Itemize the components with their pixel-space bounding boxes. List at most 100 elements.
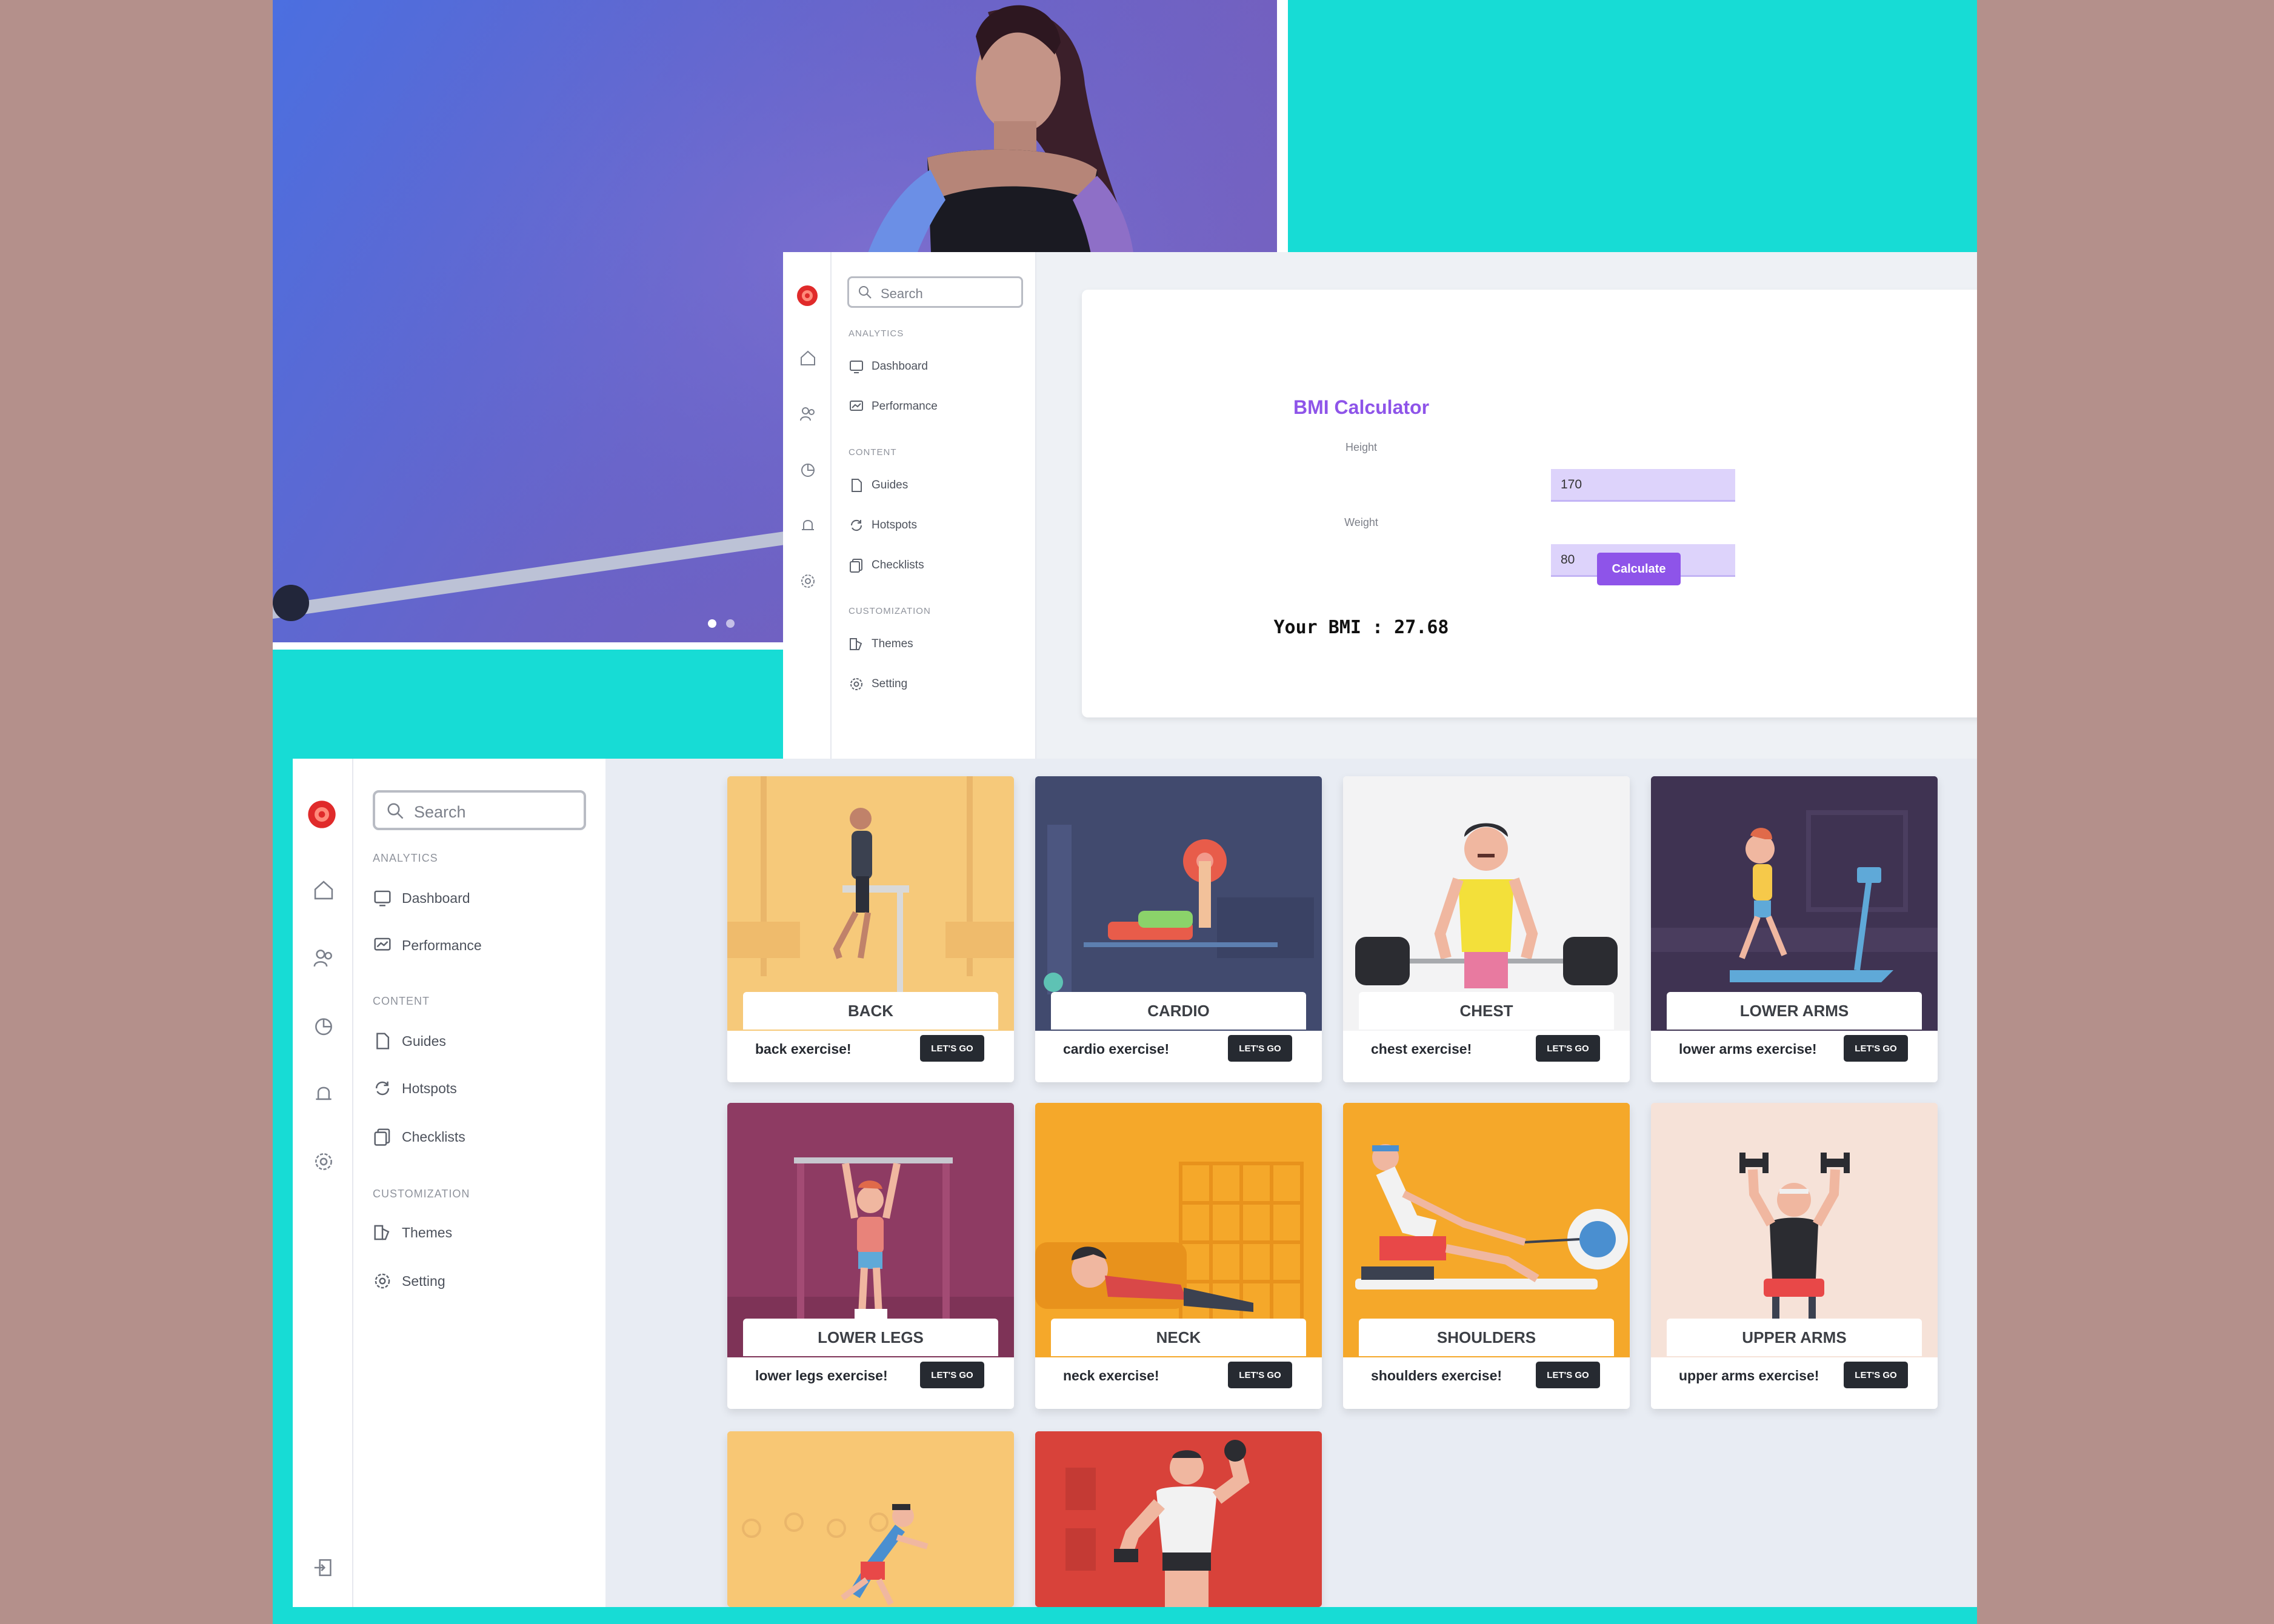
section-content: CONTENT (373, 995, 430, 1007)
weight-label: Weight (1344, 516, 1378, 528)
exercise-card-chest[interactable]: CHEST chest exercise! LET'S GO (1343, 776, 1630, 1082)
sidebar-item-dashboard[interactable]: Dashboard (373, 888, 470, 908)
card-title: CHEST (1359, 992, 1614, 1030)
document-icon (852, 479, 862, 492)
exercise-card-lower-arms[interactable]: LOWER ARMS lower arms exercise! LET'S GO (1651, 776, 1938, 1082)
card-title: LOWER ARMS (1667, 992, 1922, 1030)
card-title: LOWER LEGS (743, 1319, 998, 1356)
sidebar-item-label: Performance (402, 937, 482, 953)
logout-icon[interactable] (312, 1556, 335, 1579)
performance-icon (374, 937, 391, 951)
sidebar-item-guides[interactable]: Guides (849, 478, 908, 493)
document-icon (376, 1033, 390, 1050)
card-description: cardio exercise! (1063, 1041, 1170, 1057)
users-icon[interactable] (312, 947, 335, 970)
sidebar-item-setting[interactable]: Setting (849, 676, 907, 692)
search-input[interactable]: Search (847, 276, 1023, 308)
sidebar-item-label: Hotspots (402, 1080, 457, 1096)
lets-go-button[interactable]: LET'S GO (1844, 1035, 1908, 1062)
exercise-card-upper-arms[interactable]: UPPER ARMS upper arms exercise! LET'S GO (1651, 1103, 1938, 1409)
sidebar-item-dashboard[interactable]: Dashboard (849, 359, 928, 374)
card-illustration (727, 1431, 1014, 1607)
lets-go-button[interactable]: LET'S GO (1536, 1362, 1600, 1388)
gear-icon[interactable] (799, 572, 817, 590)
sidebar-item-hotspots[interactable]: Hotspots (849, 517, 917, 533)
performance-icon (850, 401, 863, 411)
lets-go-button[interactable]: LET'S GO (920, 1362, 984, 1388)
pie-chart-icon[interactable] (312, 1014, 335, 1037)
card-description: lower arms exercise! (1679, 1041, 1817, 1057)
home-icon[interactable] (312, 879, 335, 902)
sidebar-item-label: Setting (402, 1273, 445, 1289)
bmi-result: Your BMI : 27.68 (1273, 617, 1449, 638)
exercise-card[interactable] (727, 1431, 1014, 1607)
calculate-button[interactable]: Calculate (1597, 553, 1681, 585)
sidebar-item-setting[interactable]: Setting (373, 1271, 445, 1291)
bell-icon[interactable] (312, 1082, 335, 1105)
section-customization: CUSTOMIZATION (849, 606, 931, 616)
sidebar-item-label: Checklists (872, 559, 924, 571)
exercise-card-shoulders[interactable]: SHOULDERS shoulders exercise! LET'S GO (1343, 1103, 1630, 1409)
sidebar-item-performance[interactable]: Performance (849, 399, 938, 414)
search-icon (387, 803, 404, 819)
dashboard-icon (850, 361, 863, 373)
sidebar-item-label: Performance (872, 400, 938, 413)
sidebar-item-performance[interactable]: Performance (373, 936, 482, 955)
lets-go-button[interactable]: LET'S GO (1228, 1362, 1292, 1388)
sidebar-item-themes[interactable]: Themes (849, 636, 913, 652)
sidebar-item-label: Checklists (402, 1128, 465, 1145)
bmi-window: Search ANALYTICS Dashboard Performance C… (783, 252, 1977, 759)
section-analytics: ANALYTICS (849, 328, 904, 339)
sidebar-item-guides[interactable]: Guides (373, 1031, 446, 1051)
sidebar-item-label: Setting (872, 677, 908, 690)
sidebar-item-label: Guides (872, 479, 909, 491)
sidebar-item-label: Dashboard (872, 360, 928, 373)
card-description: chest exercise! (1371, 1041, 1472, 1057)
gear-icon[interactable] (312, 1150, 335, 1173)
carousel-dot[interactable] (708, 619, 716, 628)
sidebar-item-label: Dashboard (402, 890, 470, 906)
exercise-card-neck[interactable]: NECK neck exercise! LET'S GO (1035, 1103, 1322, 1409)
sidebar-item-hotspots[interactable]: Hotspots (373, 1079, 457, 1098)
height-input[interactable] (1551, 469, 1735, 502)
sidebar-item-label: Themes (402, 1224, 453, 1240)
app-logo-icon[interactable] (796, 285, 818, 307)
card-title: CARDIO (1051, 992, 1306, 1030)
lets-go-button[interactable]: LET'S GO (1228, 1035, 1292, 1062)
card-illustration (1035, 1431, 1322, 1607)
sidebar-item-checklists[interactable]: Checklists (373, 1127, 465, 1146)
card-description: upper arms exercise! (1679, 1368, 1819, 1383)
search-placeholder: Search (881, 286, 923, 301)
section-content: CONTENT (849, 447, 897, 458)
search-input[interactable]: Search (373, 790, 586, 830)
exercise-card[interactable] (1035, 1431, 1322, 1607)
section-analytics: ANALYTICS (373, 852, 438, 864)
card-title: SHOULDERS (1359, 1319, 1614, 1356)
exercise-card-cardio[interactable]: CARDIO cardio exercise! LET'S GO (1035, 776, 1322, 1082)
sidebar-item-label: Guides (402, 1033, 446, 1049)
section-customization: CUSTOMIZATION (373, 1188, 470, 1200)
lets-go-button[interactable]: LET'S GO (920, 1035, 984, 1062)
home-icon[interactable] (799, 349, 817, 367)
carousel-dot[interactable] (726, 619, 735, 628)
card-title: BACK (743, 992, 998, 1030)
exercise-card-lower-legs[interactable]: LOWER LEGS lower legs exercise! LET'S GO (727, 1103, 1014, 1409)
users-icon[interactable] (799, 405, 817, 423)
lets-go-button[interactable]: LET'S GO (1844, 1362, 1908, 1388)
pie-chart-icon[interactable] (799, 461, 817, 479)
sidebar-item-themes[interactable]: Themes (373, 1223, 452, 1242)
exercise-card-back[interactable]: BACK back exercise! LET'S GO (727, 776, 1014, 1082)
card-description: neck exercise! (1063, 1368, 1159, 1383)
search-icon (859, 286, 872, 299)
bell-icon[interactable] (799, 516, 817, 534)
card-description: shoulders exercise! (1371, 1368, 1502, 1383)
card-description: back exercise! (755, 1041, 852, 1057)
gear-icon (375, 1273, 390, 1289)
app-logo-icon[interactable] (307, 800, 336, 829)
height-label: Height (1345, 441, 1378, 453)
lets-go-button[interactable]: LET'S GO (1536, 1035, 1600, 1062)
dashboard-icon (374, 890, 391, 907)
checklist-icon (374, 1128, 390, 1146)
sidebar-item-checklists[interactable]: Checklists (849, 557, 924, 573)
sidebar (353, 759, 605, 1607)
